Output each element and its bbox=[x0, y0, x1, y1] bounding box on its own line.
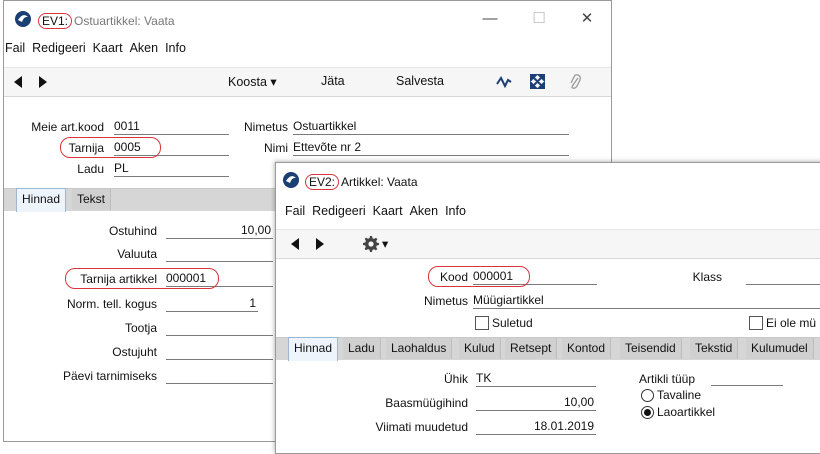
previous-record-icon[interactable] bbox=[291, 238, 301, 250]
attachment-icon[interactable] bbox=[569, 73, 581, 90]
baasmuugihind-label: Baasmüügihind bbox=[385, 396, 468, 410]
window-title: EV2: Artikkel: Vaata bbox=[305, 174, 418, 190]
ostujuht-label: Ostujuht bbox=[112, 345, 157, 359]
nimetus-label: Nimetus bbox=[243, 120, 288, 134]
paevi-tarnimiseks-field[interactable] bbox=[166, 368, 273, 384]
chevron-down-icon[interactable]: ▾ bbox=[382, 236, 388, 251]
tab-kulumudel[interactable]: Kulumudel bbox=[746, 338, 814, 359]
norm-tell-kogus-field[interactable]: 1 bbox=[166, 296, 258, 312]
viimati-muudetud-label: Viimati muudetud bbox=[375, 420, 469, 434]
meie-art-kood-field[interactable]: 0011 bbox=[114, 119, 229, 135]
salvesta-button[interactable]: Salvesta bbox=[396, 74, 444, 88]
ei-ole-checkbox[interactable] bbox=[749, 316, 763, 330]
suletud-label: Suletud bbox=[492, 316, 533, 330]
menu-fail[interactable]: Fail bbox=[5, 41, 25, 55]
ei-ole-label: Ei ole mü bbox=[766, 316, 817, 330]
tootja-field[interactable] bbox=[166, 320, 273, 336]
uhik-field[interactable]: TK bbox=[476, 371, 596, 387]
tavaline-radio[interactable] bbox=[641, 389, 654, 402]
menu-aken[interactable]: Aken bbox=[130, 41, 159, 55]
menubar: Fail Redigeeri Kaart Aken Info bbox=[4, 41, 611, 61]
previous-record-icon[interactable] bbox=[14, 76, 24, 88]
valuuta-label: Valuuta bbox=[117, 247, 157, 261]
nimetus-label: Nimetus bbox=[423, 294, 468, 308]
ladu-label: Ladu bbox=[77, 162, 104, 176]
titlebar: EV2: Artikkel: Vaata bbox=[276, 163, 820, 199]
nimetus-field[interactable]: Ostuartikkel bbox=[293, 119, 569, 135]
toolbar: Koosta ▾ Jäta Salvesta bbox=[4, 67, 611, 97]
next-record-icon[interactable] bbox=[314, 238, 324, 250]
tab-strip: Hinnad Ladu Laohaldus Kulud Retsept Kont… bbox=[276, 337, 820, 361]
tootja-label: Tootja bbox=[124, 321, 157, 335]
tarnija-artikkel-highlight bbox=[65, 268, 219, 289]
jata-button[interactable]: Jäta bbox=[321, 74, 345, 88]
koosta-label: Koosta bbox=[228, 75, 267, 89]
kood-highlight bbox=[428, 266, 530, 287]
window-title: EV1: Ostuartikkel: Vaata bbox=[38, 13, 175, 29]
viimati-muudetud-field: 18.01.2019 bbox=[476, 419, 596, 435]
app-logo-icon bbox=[15, 11, 31, 27]
menubar: Fail Redigeeri Kaart Aken Info bbox=[276, 204, 820, 224]
next-record-icon[interactable] bbox=[37, 76, 47, 88]
nimi-field[interactable]: Ettevõte nr 2 bbox=[293, 140, 569, 156]
klass-field[interactable] bbox=[746, 269, 820, 285]
tab-teisendid[interactable]: Teisendid bbox=[620, 338, 682, 359]
baasmuugihind-field[interactable]: 10,00 bbox=[476, 395, 596, 411]
paevi-tarnimiseks-label: Päevi tarnimiseks bbox=[62, 369, 157, 383]
window-tag: EV1: bbox=[38, 13, 73, 29]
laoartikkel-radio[interactable] bbox=[641, 406, 654, 419]
laoartikkel-label: Laoartikkel bbox=[657, 405, 716, 419]
gear-icon[interactable] bbox=[363, 236, 379, 252]
tab-kontod[interactable]: Kontod bbox=[562, 338, 612, 359]
menu-redigeeri[interactable]: Redigeeri bbox=[32, 41, 86, 55]
expand-icon[interactable] bbox=[530, 74, 545, 89]
menu-aken[interactable]: Aken bbox=[410, 204, 439, 218]
titlebar: EV1: Ostuartikkel: Vaata — ☐ ✕ bbox=[4, 1, 611, 39]
ladu-field[interactable]: PL bbox=[114, 161, 229, 177]
koosta-button[interactable]: Koosta ▾ bbox=[228, 74, 277, 89]
artikli-tuup-line bbox=[711, 370, 783, 386]
menu-fail[interactable]: Fail bbox=[285, 204, 305, 218]
tab-tekst[interactable]: Tekst bbox=[72, 189, 112, 210]
suletud-checkbox[interactable] bbox=[475, 316, 489, 330]
menu-redigeeri[interactable]: Redigeeri bbox=[312, 204, 366, 218]
chevron-down-icon: ▾ bbox=[270, 75, 277, 89]
tab-hinnad[interactable]: Hinnad bbox=[288, 337, 339, 361]
norm-tell-kogus-label: Norm. tell. kogus bbox=[66, 297, 157, 311]
window-tag: EV2: bbox=[305, 174, 340, 190]
menu-info[interactable]: Info bbox=[165, 41, 186, 55]
close-icon[interactable]: ✕ bbox=[575, 9, 599, 29]
nimi-label: Nimi bbox=[264, 141, 288, 155]
ostuhind-field[interactable]: 10,00 bbox=[166, 223, 273, 239]
activity-icon[interactable] bbox=[496, 75, 512, 89]
valuuta-field[interactable] bbox=[166, 246, 273, 262]
window-title-text: Artikkel: Vaata bbox=[341, 175, 418, 189]
artikli-tuup-label: Artikli tüüp bbox=[639, 372, 696, 386]
tarnija-highlight bbox=[60, 137, 161, 158]
toolbar: ▾ bbox=[276, 229, 820, 259]
tavaline-label: Tavaline bbox=[657, 388, 702, 402]
menu-info[interactable]: Info bbox=[445, 204, 466, 218]
tab-hinnad[interactable]: Hinnad bbox=[16, 188, 67, 212]
tab-retsept[interactable]: Retsept bbox=[505, 338, 558, 359]
uhik-label: Ühik bbox=[443, 372, 468, 386]
menu-kaart[interactable]: Kaart bbox=[373, 204, 403, 218]
tab-ladu[interactable]: Ladu bbox=[343, 338, 381, 359]
tab-tekstid[interactable]: Tekstid bbox=[690, 338, 739, 359]
ostuhind-label: Ostuhind bbox=[108, 224, 157, 238]
meie-art-kood-label: Meie art.kood bbox=[31, 120, 104, 134]
nimetus-field[interactable]: Müügiartikkel bbox=[473, 293, 820, 309]
klass-label: Klass bbox=[692, 270, 722, 284]
ostujuht-field[interactable] bbox=[166, 344, 273, 360]
maximize-icon[interactable]: ☐ bbox=[527, 9, 551, 29]
window-ev2: EV2: Artikkel: Vaata Fail Redigeeri Kaart Ak… bbox=[275, 162, 820, 454]
app-logo-icon bbox=[283, 172, 299, 188]
tab-kulud[interactable]: Kulud bbox=[459, 338, 501, 359]
tab-laohaldus[interactable]: Laohaldus bbox=[386, 338, 453, 359]
window-title-text: Ostuartikkel: Vaata bbox=[74, 14, 175, 28]
menu-kaart[interactable]: Kaart bbox=[93, 41, 123, 55]
minimize-icon[interactable]: — bbox=[478, 9, 502, 29]
